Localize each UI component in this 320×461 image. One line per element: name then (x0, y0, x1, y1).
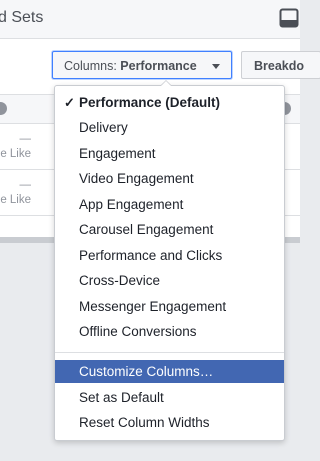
menu-item-performance-default[interactable]: ✓ Performance (Default) (55, 91, 284, 114)
columns-value: Performance (120, 59, 197, 73)
menu-item-video-engagement[interactable]: Video Engagement (55, 167, 284, 190)
info-icon[interactable] (0, 102, 7, 115)
page-title: d Sets (0, 9, 44, 26)
top-bar: d Sets (0, 0, 300, 39)
caret-down-icon (212, 64, 220, 69)
menu-divider (55, 352, 284, 353)
menu-item-set-as-default[interactable]: Set as Default (55, 386, 284, 409)
menu-item-engagement[interactable]: Engagement (55, 142, 284, 165)
menu-item-reset-column-widths[interactable]: Reset Column Widths (55, 411, 284, 434)
checkmark-icon: ✓ (64, 95, 75, 110)
menu-item-customize-columns[interactable]: Customize Columns… (55, 360, 284, 383)
columns-menu: ✓ Performance (Default) Delivery Engagem… (54, 85, 285, 441)
menu-item-offline-conversions[interactable]: Offline Conversions (55, 320, 284, 343)
menu-item-app-engagement[interactable]: App Engagement (55, 193, 284, 216)
table-cell: — e Like (0, 133, 31, 160)
menu-item-cross-device[interactable]: Cross-Device (55, 269, 284, 292)
menu-pointer-fill (161, 81, 171, 86)
breakdown-button[interactable]: Breakdo (241, 51, 320, 79)
columns-label: Columns: (64, 59, 117, 73)
menu-item-carousel-engagement[interactable]: Carousel Engagement (55, 218, 284, 241)
menu-item-messenger-engagement[interactable]: Messenger Engagement (55, 295, 284, 318)
menu-item-performance-and-clicks[interactable]: Performance and Clicks (55, 244, 284, 267)
panel-toggle-icon[interactable] (279, 8, 299, 28)
menu-item-delivery[interactable]: Delivery (55, 116, 284, 139)
columns-dropdown-button[interactable]: Columns: Performance (52, 51, 232, 79)
table-cell: — e Like (0, 179, 31, 206)
